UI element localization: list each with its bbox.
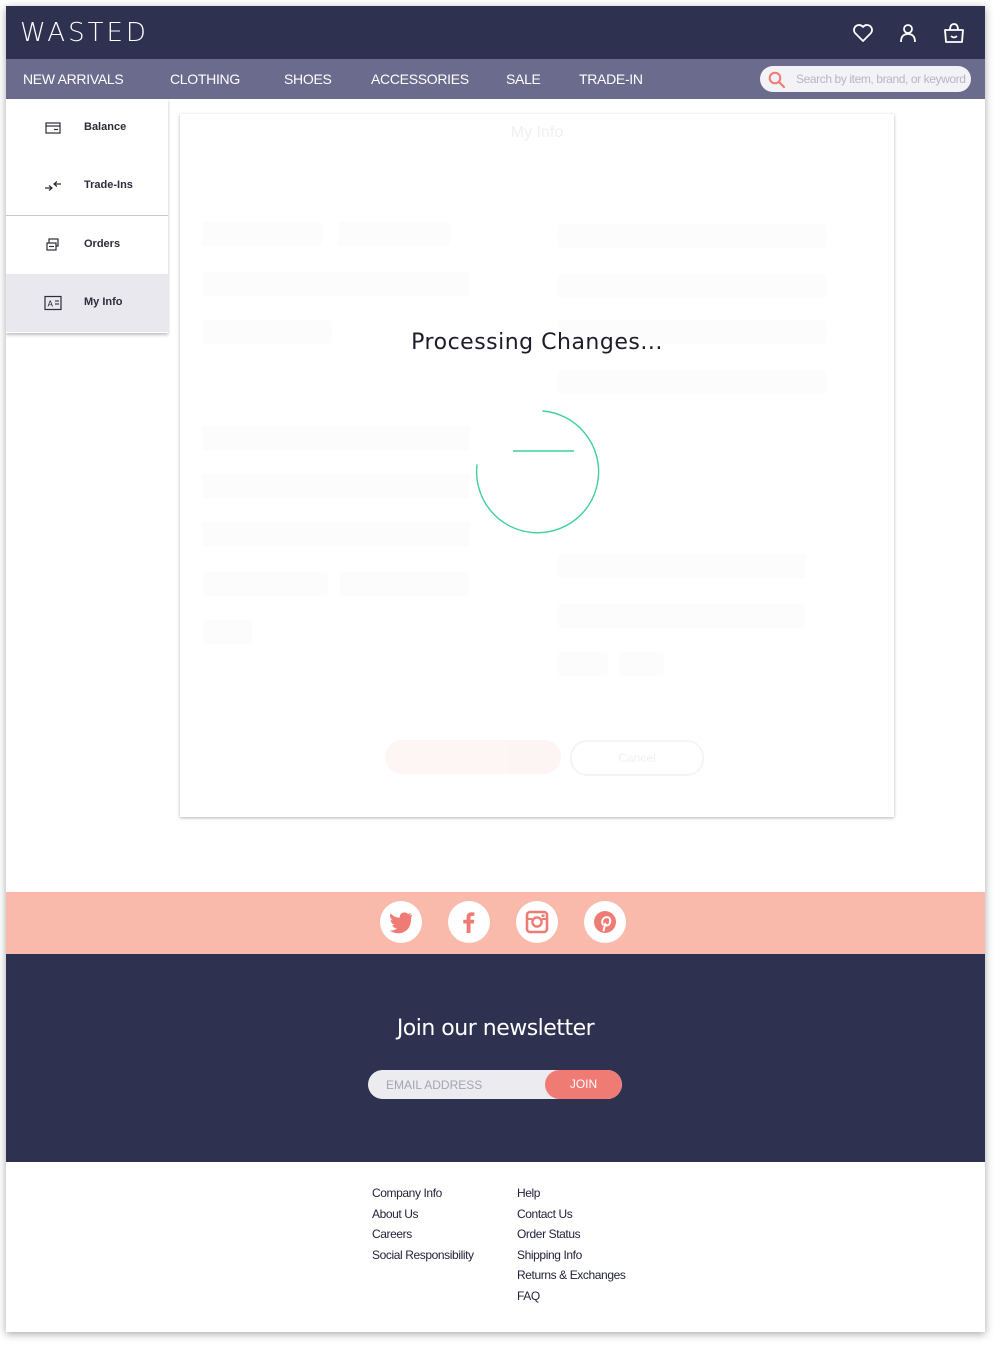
state-field	[202, 620, 252, 644]
first-name-field	[202, 222, 322, 246]
card-number-field	[558, 554, 806, 578]
footer-link-shipping-info[interactable]: Shipping Info	[517, 1248, 625, 1269]
account-sidebar: Balance Trade-Ins Orders A My Info	[6, 99, 168, 333]
social-bar	[6, 892, 985, 954]
sidebar-item-trade-ins[interactable]: Trade-Ins	[6, 157, 168, 216]
id-card-icon: A	[44, 295, 62, 311]
pinterest-icon	[594, 911, 616, 933]
help-heading: Help	[517, 1186, 541, 1200]
company-info-links: Company Info About Us Careers Social Res…	[372, 1186, 474, 1268]
join-button[interactable]: JOIN	[545, 1070, 622, 1099]
footer-link-social-responsibility[interactable]: Social Responsibility	[372, 1248, 474, 1269]
help-links: Help Contact Us Order Status Shipping In…	[517, 1186, 626, 1310]
sidebar-item-label: My Info	[84, 296, 123, 308]
instagram-link[interactable]	[516, 901, 558, 943]
footer-link-about-us[interactable]: About Us	[372, 1207, 474, 1228]
my-info-card: My Info Cancel Processing Changes...	[180, 114, 894, 817]
bag-icon[interactable]	[942, 21, 966, 45]
sidebar-item-orders[interactable]: Orders	[6, 216, 168, 275]
twitter-link[interactable]	[380, 901, 422, 943]
new-password-field	[558, 274, 826, 298]
nav-shoes[interactable]: SHOES	[284, 71, 332, 87]
zip-field	[202, 572, 328, 596]
search-input[interactable]: Search by item, brand, or keyword	[760, 66, 971, 92]
heart-icon[interactable]	[851, 21, 875, 45]
search-icon	[768, 71, 786, 89]
nav-new-arrivals[interactable]: NEW ARRIVALS	[23, 71, 124, 87]
exchange-icon	[45, 181, 61, 191]
footer-link-careers[interactable]: Careers	[372, 1227, 474, 1248]
name-field	[202, 426, 470, 450]
svg-text:A: A	[48, 300, 54, 309]
password-field	[558, 370, 826, 394]
sidebar-item-my-info[interactable]: A My Info	[6, 274, 168, 332]
footer-link-returns-exchanges[interactable]: Returns & Exchanges	[517, 1268, 626, 1289]
main-nav: NEW ARRIVALS CLOTHING SHOES ACCESSORIES …	[6, 59, 985, 99]
sidebar-item-label: Orders	[84, 238, 121, 250]
page: WASTED NEW ARRIVALS CLOTHING SHOES ACCES…	[6, 6, 985, 1332]
address2-field	[202, 522, 470, 546]
footer-link-contact-us[interactable]: Contact Us	[517, 1207, 625, 1228]
twitter-icon	[389, 912, 412, 934]
processing-status: Processing Changes...	[411, 330, 663, 355]
footer-link-faq[interactable]: FAQ	[517, 1289, 625, 1310]
expiry-field	[558, 652, 608, 676]
footer-link-order-status[interactable]: Order Status	[517, 1227, 625, 1248]
newsletter-form: EMAIL ADDRESS JOIN	[368, 1070, 622, 1099]
cvv-field	[618, 652, 664, 676]
top-bar: WASTED	[6, 6, 985, 59]
nav-sale[interactable]: SALE	[506, 71, 541, 87]
address1-field	[202, 474, 470, 498]
newsletter-section: Join our newsletter EMAIL ADDRESS JOIN	[6, 954, 985, 1162]
logo[interactable]: WASTED	[20, 18, 149, 48]
city-field	[340, 572, 470, 596]
nav-clothing[interactable]: CLOTHING	[170, 71, 240, 87]
newsletter-email-input[interactable]: EMAIL ADDRESS	[386, 1078, 482, 1092]
save-button	[385, 740, 561, 774]
nav-accessories[interactable]: ACCESSORIES	[371, 71, 469, 87]
nav-trade-in[interactable]: TRADE-IN	[579, 71, 643, 87]
email-field	[202, 272, 470, 296]
last-name-field	[338, 222, 450, 246]
sidebar-item-balance[interactable]: Balance	[6, 99, 168, 158]
loading-spinner-icon	[475, 410, 600, 534]
cardholder-field	[558, 604, 806, 628]
orders-icon	[46, 238, 59, 251]
page-title: My Info	[510, 124, 564, 141]
instagram-icon	[525, 910, 549, 934]
sidebar-item-label: Trade-Ins	[84, 179, 133, 191]
company-info-heading: Company Info	[372, 1186, 442, 1200]
search-placeholder: Search by item, brand, or keyword	[796, 72, 966, 86]
sidebar-item-label: Balance	[84, 121, 127, 133]
facebook-link[interactable]	[448, 901, 490, 943]
wallet-icon	[45, 122, 61, 134]
newsletter-title: Join our newsletter	[396, 1016, 595, 1041]
pinterest-link[interactable]	[584, 901, 626, 943]
facebook-icon	[463, 912, 475, 933]
cancel-button: Cancel	[570, 740, 704, 776]
user-icon[interactable]	[896, 21, 920, 45]
current-password-field	[558, 224, 826, 248]
